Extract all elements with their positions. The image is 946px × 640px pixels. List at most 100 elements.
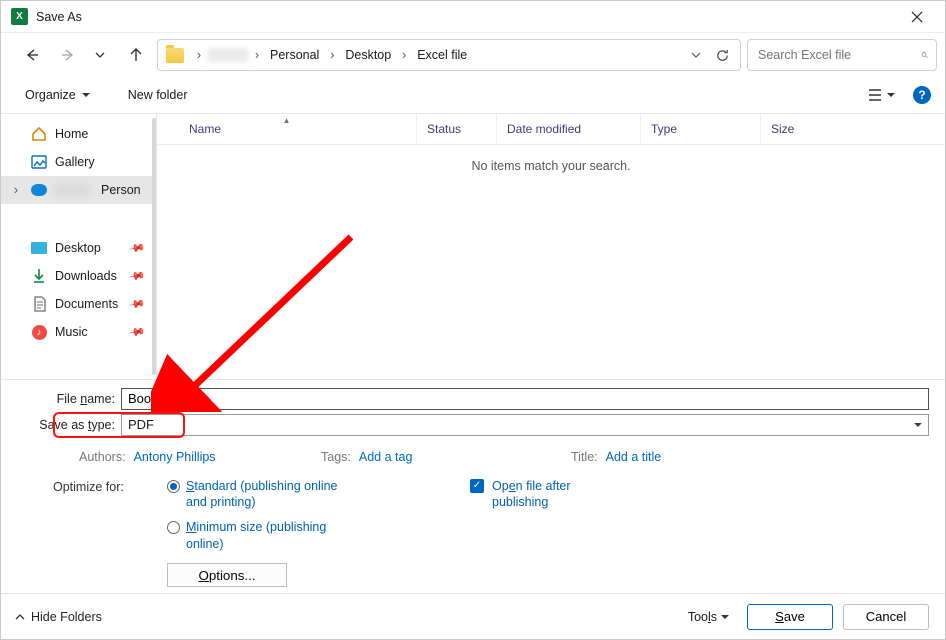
chevron-up-icon — [15, 612, 25, 622]
breadcrumb-personal[interactable]: Personal — [266, 46, 323, 64]
optimize-label: Optimize for: — [53, 478, 167, 554]
save-form: File name: Save as type: PDF Authors: An… — [1, 380, 945, 594]
filetype-label: Save as type: — [11, 418, 121, 432]
search-input[interactable] — [756, 47, 921, 63]
close-icon — [911, 11, 923, 23]
pin-icon: 📌 — [128, 323, 147, 342]
authors-label: Authors: — [79, 450, 126, 464]
breadcrumb-desktop[interactable]: Desktop — [341, 46, 395, 64]
arrow-right-icon — [60, 47, 76, 63]
title-bar: X Save As — [1, 1, 945, 33]
pin-icon: 📌 — [128, 239, 147, 258]
cancel-button[interactable]: Cancel — [843, 604, 929, 630]
file-list: Name ▴ Status Date modified Type Size No… — [157, 114, 945, 379]
caret-down-icon — [887, 91, 895, 99]
sort-asc-icon: ▴ — [284, 115, 289, 126]
filetype-combobox[interactable]: PDF — [121, 414, 929, 436]
tags-value[interactable]: Add a tag — [359, 450, 413, 464]
refresh-icon[interactable] — [715, 48, 730, 63]
arrow-up-icon — [128, 47, 144, 63]
address-bar[interactable]: › › Personal › Desktop › Excel file — [157, 39, 741, 71]
title-label: Title: — [571, 450, 598, 464]
close-button[interactable] — [895, 1, 939, 33]
optimize-minimum-radio[interactable]: Minimum size (publishing online) — [167, 519, 346, 553]
optimize-standard-radio[interactable]: Standard (publishing online and printing… — [167, 478, 346, 512]
col-type[interactable]: Type — [641, 114, 761, 144]
window-title: Save As — [36, 10, 82, 24]
view-button[interactable] — [861, 84, 901, 106]
hide-folders-button[interactable]: Hide Folders — [15, 610, 102, 624]
sidebar-item-music[interactable]: ♪ Music 📌 — [1, 318, 156, 346]
sidebar-item-label: Desktop — [55, 241, 101, 255]
col-status[interactable]: Status — [417, 114, 497, 144]
desktop-icon — [31, 240, 47, 256]
optimize-row: Optimize for: Standard (publishing onlin… — [11, 474, 929, 554]
sidebar-scrollbar[interactable] — [152, 118, 156, 375]
forward-button[interactable] — [53, 40, 83, 70]
filename-row: File name: — [11, 388, 929, 410]
save-button[interactable]: Save — [747, 604, 833, 630]
metadata-row: Authors: Antony Phillips Tags: Add a tag… — [11, 440, 929, 470]
filetype-row: Save as type: PDF — [11, 414, 929, 436]
sidebar-item-home[interactable]: Home — [1, 120, 156, 148]
crumb-sep-icon: › — [325, 48, 339, 62]
search-field[interactable] — [747, 39, 937, 71]
sidebar-item-onedrive[interactable]: › Person — [1, 176, 156, 204]
sidebar-item-label: Gallery — [55, 155, 95, 169]
back-button[interactable] — [17, 40, 47, 70]
col-date[interactable]: Date modified — [497, 114, 641, 144]
new-folder-button[interactable]: New folder — [122, 84, 194, 106]
pin-icon: 📌 — [128, 295, 147, 314]
arrow-left-icon — [24, 47, 40, 63]
crumb-sep-icon: › — [250, 48, 264, 62]
radio-icon — [167, 480, 180, 493]
search-icon — [921, 48, 928, 62]
sidebar-item-desktop[interactable]: Desktop 📌 — [1, 234, 156, 262]
filename-input[interactable] — [121, 388, 929, 410]
sidebar-item-gallery[interactable]: Gallery — [1, 148, 156, 176]
title-value[interactable]: Add a title — [606, 450, 662, 464]
expand-icon[interactable]: › — [9, 183, 23, 197]
breadcrumb-root[interactable] — [208, 48, 248, 62]
chevron-down-icon[interactable] — [691, 50, 701, 60]
tags-label: Tags: — [321, 450, 351, 464]
main-area: Home Gallery › Person Desktop 📌 — [1, 113, 945, 380]
nav-sidebar: Home Gallery › Person Desktop 📌 — [1, 114, 157, 379]
sidebar-item-label-blurred — [55, 184, 89, 196]
open-after-publish-checkbox[interactable]: ✓ Open file after publishing — [470, 478, 612, 512]
list-view-icon — [867, 88, 883, 102]
col-name[interactable]: Name ▴ — [157, 114, 417, 144]
excel-icon: X — [11, 8, 28, 25]
list-header: Name ▴ Status Date modified Type Size — [157, 114, 945, 145]
sidebar-item-label: Person — [101, 183, 141, 197]
authors-value[interactable]: Antony Phillips — [134, 450, 216, 464]
recent-locations-button[interactable] — [85, 40, 115, 70]
up-button[interactable] — [121, 40, 151, 70]
dialog-footer: Hide Folders Tools Save Cancel — [1, 593, 945, 639]
sidebar-item-label: Home — [55, 127, 88, 141]
organize-label: Organize — [25, 88, 76, 102]
options-button[interactable]: Options... — [167, 563, 287, 587]
help-button[interactable]: ? — [913, 86, 931, 104]
gallery-icon — [31, 154, 47, 170]
toolbar: Organize New folder ? — [1, 77, 945, 113]
documents-icon — [31, 296, 47, 312]
crumb-sep-icon: › — [397, 48, 411, 62]
sidebar-item-downloads[interactable]: Downloads 📌 — [1, 262, 156, 290]
empty-message: No items match your search. — [157, 159, 945, 173]
home-icon — [31, 126, 47, 142]
music-icon: ♪ — [31, 324, 47, 340]
organize-menu[interactable]: Organize — [19, 84, 96, 106]
onedrive-icon — [31, 182, 47, 198]
sidebar-item-label: Music — [55, 325, 88, 339]
folder-icon — [166, 48, 184, 63]
tools-menu[interactable]: Tools — [688, 610, 729, 624]
downloads-icon — [31, 268, 47, 284]
filetype-value: PDF — [128, 417, 154, 432]
nav-bar: › › Personal › Desktop › Excel file — [1, 33, 945, 77]
col-size[interactable]: Size — [761, 114, 839, 144]
sidebar-item-documents[interactable]: Documents 📌 — [1, 290, 156, 318]
save-as-dialog: X Save As › › Personal › Desktop › — [0, 0, 946, 640]
chevron-down-icon — [95, 50, 105, 60]
breadcrumb-current[interactable]: Excel file — [413, 46, 471, 64]
